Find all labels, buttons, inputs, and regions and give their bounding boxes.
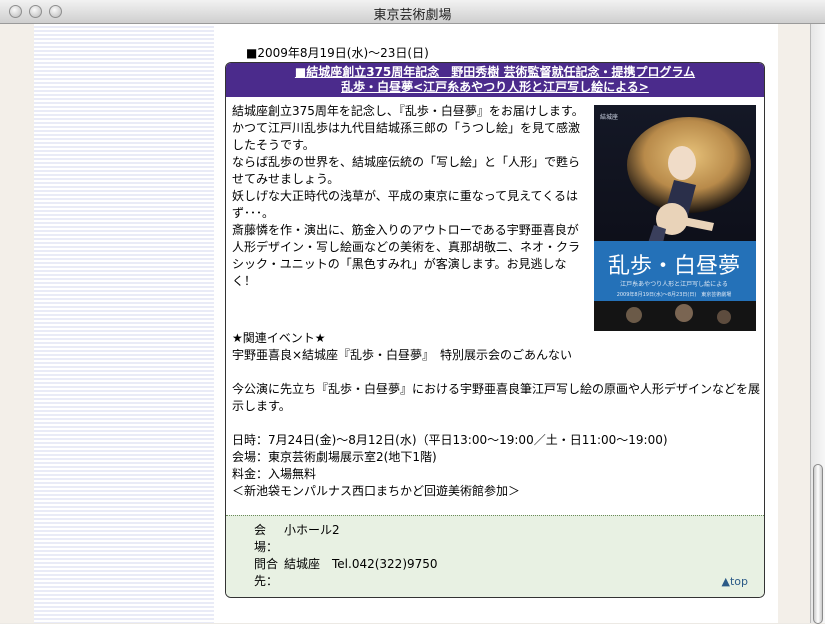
event-header: ■結城座創立375周年記念 野田秀樹 芸術監督就任記念・提携プログラム 乱歩・白… bbox=[226, 63, 764, 97]
event-date: ■2009年8月19日(水)〜23日(日) bbox=[246, 46, 429, 60]
related-fee: 料金：入場無料 bbox=[232, 467, 317, 481]
contact-value: 結城座 Tel.042(322)9750 bbox=[284, 557, 438, 571]
window-title: 東京芸術劇場 bbox=[373, 8, 452, 23]
description-paragraph: ならば乱歩の世界を、結城座伝統の「写し絵」と「人形」で甦らせてみせましょう。 bbox=[232, 155, 581, 186]
venue-label: 会場： bbox=[254, 523, 279, 554]
poster-subtitle: 江戸糸あやつり人形と江戸写し絵による bbox=[620, 280, 728, 288]
event-header-line2[interactable]: 乱歩・白昼夢<江戸糸あやつり人形と江戸写し絵による> bbox=[226, 80, 764, 95]
description-paragraph: 斎藤憐を作・演出に、筋金入りのアウトローである宇野亜喜良が人形デザイン・写し絵画… bbox=[232, 223, 581, 288]
description-paragraph: かつて江戸川乱歩は九代目結城孫三郎の「うつし絵」を見て感激したそうです。 bbox=[232, 121, 581, 152]
right-background bbox=[778, 24, 810, 623]
window-titlebar: 東京芸術劇場 bbox=[0, 0, 825, 24]
related-note: ＜新池袋モンパルナス西口まちかど回遊美術館参加＞ bbox=[232, 484, 521, 498]
description-paragraph: 妖しげな大正時代の浅草が、平成の東京に重なって見えてくるはず･･･。 bbox=[232, 189, 578, 220]
top-link[interactable]: ▲top bbox=[722, 573, 749, 590]
event-body: 結城座創立375周年を記念し、『乱歩・白昼夢』をお届けします。 かつて江戸川乱歩… bbox=[226, 97, 764, 500]
event-poster-image: 乱歩・白昼夢 江戸糸あやつり人形と江戸写し絵による 2009年8月19日(水)〜… bbox=[594, 105, 756, 331]
related-title: 宇野亜喜良×結城座『乱歩・白昼夢』 特別展示会のごあんない bbox=[232, 348, 573, 362]
poster-top-label: 結城座 bbox=[600, 113, 618, 121]
poster-artwork: 乱歩・白昼夢 江戸糸あやつり人形と江戸写し絵による 2009年8月19日(水)〜… bbox=[594, 105, 756, 331]
contact-label: 問合先： bbox=[254, 557, 279, 588]
left-background bbox=[0, 24, 34, 623]
event-box: ■結城座創立375周年記念 野田秀樹 芸術監督就任記念・提携プログラム 乱歩・白… bbox=[225, 62, 765, 598]
description-paragraph: 結城座創立375周年を記念し、『乱歩・白昼夢』をお届けします。 bbox=[232, 104, 584, 118]
related-venue: 会場：東京芸術劇場展示室2(地下1階) bbox=[232, 450, 437, 464]
related-description: 今公演に先立ち『乱歩・白昼夢』における宇野亜喜良筆江戸写し絵の原画や人形デザイン… bbox=[232, 382, 761, 413]
poster-info: 2009年8月19日(水)〜8月23日(日) 東京芸術劇場 bbox=[617, 291, 732, 298]
related-section: ★関連イベント★ 宇野亜喜良×結城座『乱歩・白昼夢』 特別展示会のごあんない 今… bbox=[232, 330, 764, 500]
event-header-line1[interactable]: ■結城座創立375周年記念 野田秀樹 芸術監督就任記念・提携プログラム bbox=[226, 65, 764, 80]
event-info-panel: 会場： 小ホール2 問合先： 結城座 Tel.042(322)9750 ▲top bbox=[226, 515, 764, 597]
scrollbar-thumb[interactable] bbox=[813, 464, 823, 624]
left-stripes bbox=[34, 24, 214, 623]
vertical-scrollbar[interactable] bbox=[810, 24, 825, 624]
event-description: 結城座創立375周年を記念し、『乱歩・白昼夢』をお届けします。 かつて江戸川乱歩… bbox=[232, 103, 588, 290]
venue-value: 小ホール2 bbox=[284, 523, 340, 537]
poster-title: 乱歩・白昼夢 bbox=[608, 254, 740, 279]
related-schedule: 日時：7月24日(金)〜8月12日(水)（平日13:00〜19:00／土・日11… bbox=[232, 433, 668, 447]
related-heading: ★関連イベント★ bbox=[232, 331, 326, 345]
info-table: 会場： 小ホール2 問合先： 結城座 Tel.042(322)9750 bbox=[254, 522, 438, 590]
